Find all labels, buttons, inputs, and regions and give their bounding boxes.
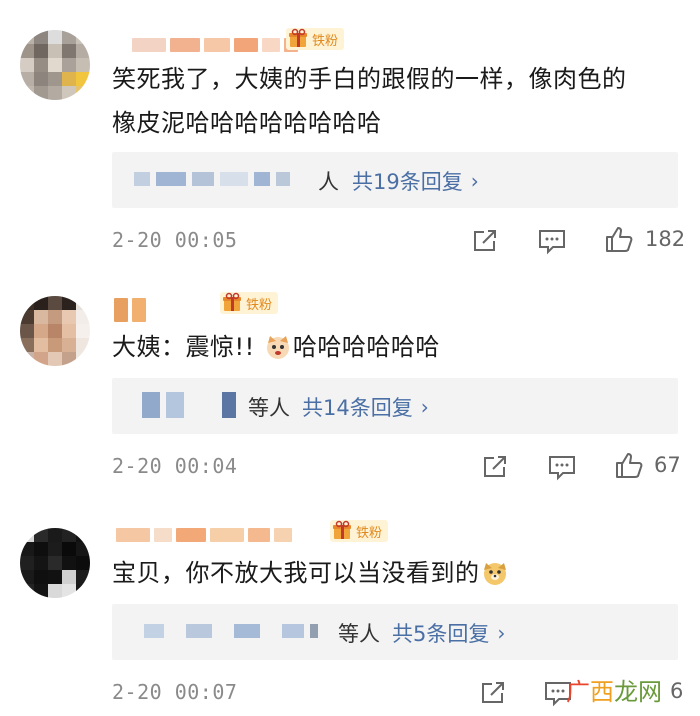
comment-text-part: 哈哈哈哈哈哈 — [292, 333, 440, 361]
comment-text-part: 大姨：震惊!! — [112, 333, 263, 361]
reply-suffix: 等人 — [248, 396, 290, 420]
badge-label: 铁粉 — [356, 525, 383, 541]
avatar[interactable] — [20, 296, 90, 366]
watermark-logo: 广 西 龙网 — [566, 672, 662, 707]
fan-badge: 铁粉 — [286, 28, 345, 50]
dog-emoji-icon — [483, 563, 506, 585]
share-icon[interactable] — [478, 678, 508, 708]
reply-count-label: 共5条回复 — [392, 622, 490, 646]
reply-suffix: 等人 — [338, 622, 380, 646]
reply-users-blurred — [142, 392, 236, 418]
chevron-right-icon: › — [470, 169, 479, 193]
username-blurred[interactable] — [114, 298, 146, 322]
comment-text: 宝贝，你不放大我可以当没看到的 — [112, 554, 508, 592]
share-icon[interactable] — [480, 452, 510, 482]
watermark-char: 西 — [590, 678, 614, 706]
chevron-right-icon: › — [497, 621, 506, 645]
username-blurred[interactable] — [116, 528, 292, 542]
timestamp: 2-20 00:04 — [112, 454, 238, 478]
thumbs-up-icon[interactable] — [614, 450, 644, 480]
like-count: 182 — [645, 227, 686, 251]
gift-icon — [330, 520, 356, 542]
reply-preview[interactable]: 人 共19条回复 › — [112, 152, 678, 208]
chevron-right-icon: › — [420, 395, 429, 419]
reply-preview[interactable]: 等人 共14条回复 › — [112, 378, 678, 434]
view-replies-link[interactable]: 共5条回复 › — [392, 618, 505, 648]
avatar[interactable] — [20, 528, 90, 598]
gift-icon — [220, 292, 246, 314]
thumbs-up-icon[interactable] — [604, 224, 634, 254]
view-replies-link[interactable]: 共14条回复 › — [302, 392, 429, 422]
username-blurred[interactable] — [132, 38, 298, 52]
comment-text-line: 橡皮泥哈哈哈哈哈哈哈哈 — [112, 109, 382, 137]
comment-text: 笑死我了，大姨的手白的跟假的一样，像肉色的 橡皮泥哈哈哈哈哈哈哈哈 — [112, 60, 627, 142]
like-count: 6 — [670, 679, 684, 703]
comment-text: 大姨：震惊!! 哈哈哈哈哈哈 — [112, 328, 440, 366]
watermark-char: 广 — [566, 678, 590, 706]
fan-badge: 铁粉 — [220, 292, 279, 314]
comment-text-part: 宝贝，你不放大我可以当没看到的 — [112, 559, 480, 587]
comment-icon[interactable] — [537, 226, 567, 256]
view-replies-link[interactable]: 共19条回复 › — [352, 166, 479, 196]
badge-label: 铁粉 — [312, 33, 339, 49]
reply-count-label: 共19条回复 — [352, 170, 463, 194]
gift-icon — [286, 28, 312, 50]
timestamp: 2-20 00:05 — [112, 228, 238, 252]
cat-emoji-icon — [266, 336, 289, 359]
watermark-char: 龙网 — [614, 678, 662, 706]
reply-users-blurred — [134, 172, 290, 186]
reply-preview[interactable]: 等人 共5条回复 › — [112, 604, 678, 660]
share-icon[interactable] — [470, 226, 500, 256]
reply-users-blurred — [144, 624, 318, 638]
reply-count-label: 共14条回复 — [302, 396, 413, 420]
like-count: 67 — [654, 453, 681, 477]
timestamp: 2-20 00:07 — [112, 680, 238, 704]
reply-suffix: 人 — [318, 170, 339, 194]
comment-icon[interactable] — [547, 452, 577, 482]
badge-label: 铁粉 — [246, 297, 273, 313]
avatar[interactable] — [20, 30, 90, 100]
comment-text-line: 笑死我了，大姨的手白的跟假的一样，像肉色的 — [112, 65, 627, 93]
fan-badge: 铁粉 — [330, 520, 389, 542]
